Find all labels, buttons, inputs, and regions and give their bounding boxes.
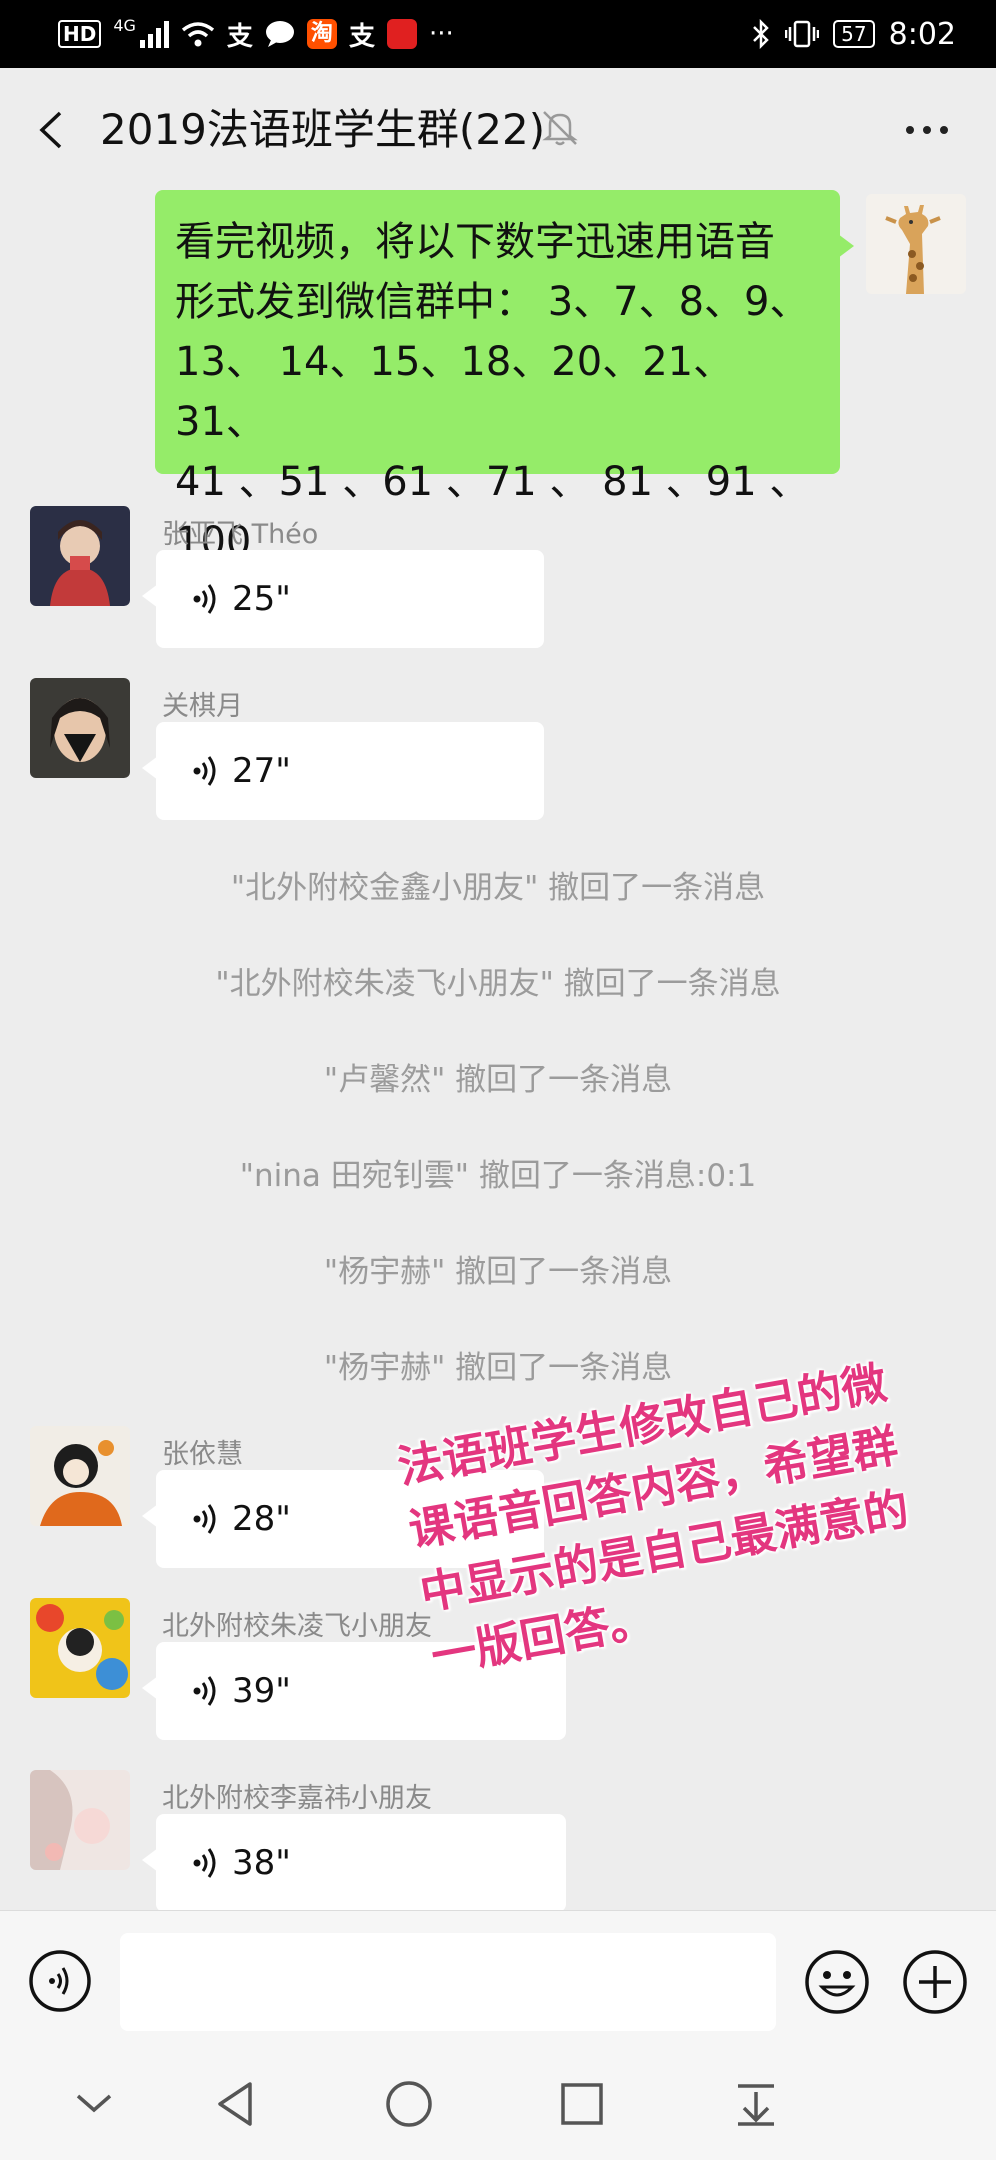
input-bar xyxy=(0,1910,996,2044)
voice-message: 张亚飞 Théo 25" xyxy=(0,506,996,656)
sender-name: 北外附校李嘉祎小朋友 xyxy=(162,1783,432,1814)
own-message-line: 13、 14、15、18、20、21、 31、 xyxy=(175,339,734,445)
chevron-down-icon[interactable] xyxy=(68,2078,120,2130)
plus-circle-icon[interactable] xyxy=(902,1949,968,2015)
chevron-left-icon[interactable] xyxy=(34,110,74,150)
message-input[interactable] xyxy=(120,1933,776,2031)
status-bar: HD 4G 支 淘 支 ··· 57 8:02 xyxy=(0,0,996,68)
taobao-icon: 淘 xyxy=(306,19,337,49)
voice-bubble[interactable]: 25" xyxy=(142,550,544,648)
emoji-icon[interactable] xyxy=(804,1949,870,2015)
chat-header: 2019法语班学生群(22) xyxy=(0,68,996,190)
status-right: 57 8:02 xyxy=(751,14,956,54)
own-message-bubble[interactable]: 看完视频，将以下数字迅速用语音 形式发到微信群中： 3、7、8、9、 13、 1… xyxy=(155,190,854,565)
voice-wave-icon xyxy=(193,1676,216,1706)
voice-duration: 39" xyxy=(232,1671,291,1711)
app-icon xyxy=(386,19,417,49)
status-left: HD 4G 支 淘 支 ··· xyxy=(58,14,454,54)
voice-message: 北外附校李嘉祎小朋友 38" xyxy=(0,1770,996,1910)
alipay-icon-2: 支 xyxy=(348,21,375,52)
avatar[interactable] xyxy=(30,506,130,606)
bell-muted-icon xyxy=(542,111,578,146)
giraffe-avatar-image xyxy=(866,194,966,294)
chat-bubble-icon xyxy=(265,21,294,47)
voice-message: 关棋月 27" xyxy=(0,678,996,828)
network-label: 4G xyxy=(113,16,136,35)
own-avatar[interactable] xyxy=(866,194,966,294)
avatar[interactable] xyxy=(30,678,130,778)
avatar[interactable] xyxy=(30,1426,130,1526)
voice-bubble[interactable]: 38" xyxy=(142,1814,566,1910)
avatar[interactable] xyxy=(30,1598,130,1698)
voice-input-icon[interactable] xyxy=(28,1949,92,2013)
wifi-icon xyxy=(181,22,215,47)
sender-name: 关棋月 xyxy=(162,691,243,722)
recall-notice: "北外附校朱凌飞小朋友" 撤回了一条消息 xyxy=(215,966,781,1002)
system-nav-bar xyxy=(0,2044,996,2160)
more-dots-icon[interactable] xyxy=(906,126,948,134)
sender-name: 张亚飞 Théo xyxy=(162,519,319,550)
avatar-image xyxy=(30,1598,130,1698)
chat-title: 2019法语班学生群(22) xyxy=(100,105,546,154)
avatar-image xyxy=(30,678,130,778)
signal-icon xyxy=(139,20,169,48)
vibrate-icon xyxy=(785,20,820,48)
hd-badge: HD xyxy=(58,20,102,48)
bluetooth-icon xyxy=(753,19,769,49)
recall-notice: "卢馨然" 撤回了一条消息 xyxy=(323,1062,673,1098)
pull-down-icon[interactable] xyxy=(730,2078,782,2130)
voice-wave-icon xyxy=(193,1848,216,1878)
triangle-back-icon[interactable] xyxy=(210,2078,262,2130)
chat-messages: 看完视频，将以下数字迅速用语音 形式发到微信群中： 3、7、8、9、 13、 1… xyxy=(0,190,996,1910)
avatar[interactable] xyxy=(30,1770,130,1870)
square-recent-icon[interactable] xyxy=(556,2078,608,2130)
voice-wave-icon xyxy=(193,584,216,614)
avatar-image xyxy=(30,1770,130,1870)
recall-notice: "nina 田宛钊雲" 撤回了一条消息:0:1 xyxy=(239,1158,757,1194)
battery-icon: 57 xyxy=(833,20,875,48)
voice-duration: 28" xyxy=(232,1499,291,1539)
avatar-image xyxy=(30,1426,130,1526)
voice-bubble[interactable]: 27" xyxy=(142,722,544,820)
avatar-image xyxy=(30,506,130,606)
recall-notice: "北外附校金鑫小朋友" 撤回了一条消息 xyxy=(230,870,766,906)
more-notifications: ··· xyxy=(428,19,454,49)
own-message-line: 形式发到微信群中： 3、7、8、9、 xyxy=(175,279,810,325)
voice-wave-icon xyxy=(193,1504,216,1534)
circle-home-icon[interactable] xyxy=(383,2078,435,2130)
sender-name: 张依慧 xyxy=(162,1439,243,1470)
voice-duration: 25" xyxy=(232,579,291,619)
recall-notice: "杨宇赫" 撤回了一条消息 xyxy=(323,1254,673,1290)
alipay-icon: 支 xyxy=(226,21,253,52)
voice-duration: 38" xyxy=(232,1843,291,1883)
clock: 8:02 xyxy=(888,16,956,52)
sender-name: 北外附校朱凌飞小朋友 xyxy=(162,1611,432,1642)
own-message-line: 看完视频，将以下数字迅速用语音 xyxy=(175,219,775,265)
voice-wave-icon xyxy=(193,756,216,786)
voice-duration: 27" xyxy=(232,751,291,791)
